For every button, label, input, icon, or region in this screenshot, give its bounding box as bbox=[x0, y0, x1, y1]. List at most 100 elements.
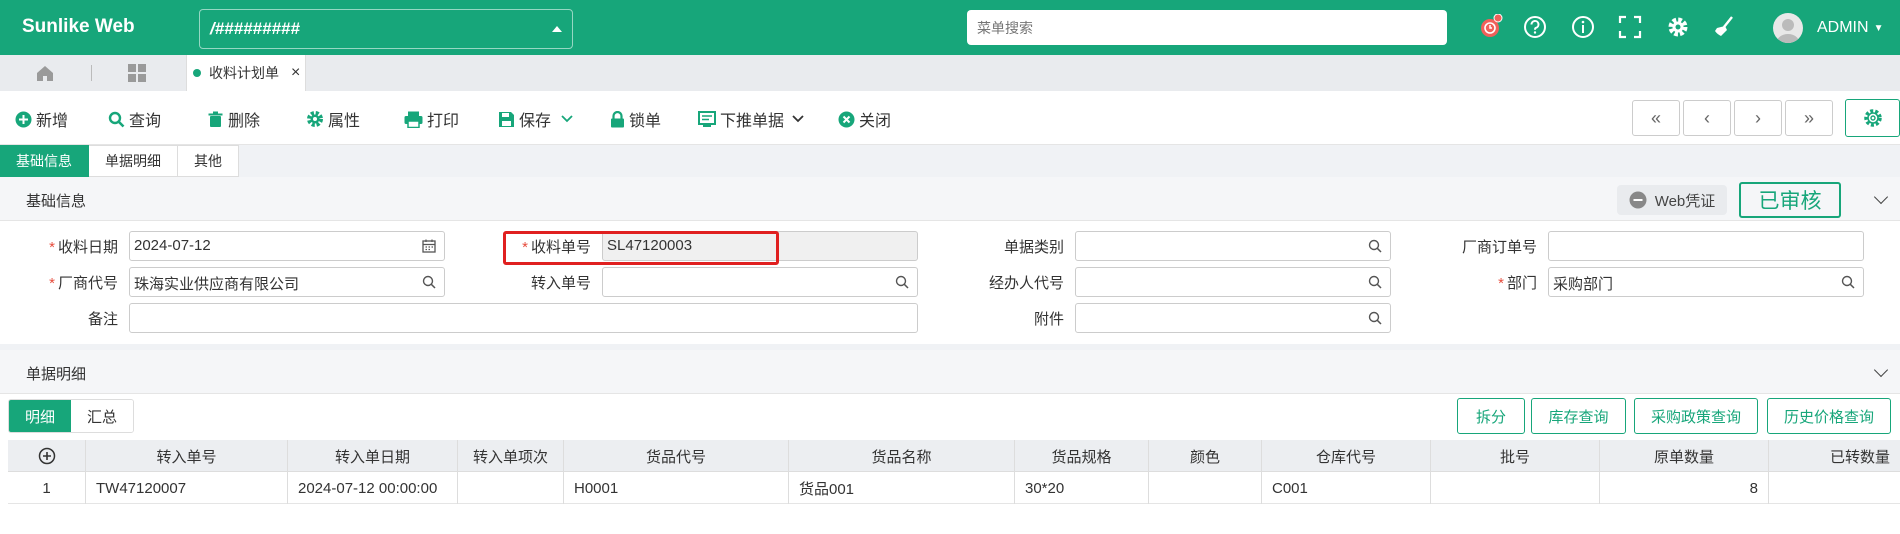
col-header[interactable]: 转入单项次 bbox=[458, 440, 564, 472]
database-select-value: /######### bbox=[210, 19, 300, 38]
add-row-button[interactable] bbox=[8, 440, 86, 472]
col-header[interactable]: 货品代号 bbox=[564, 440, 789, 472]
tab-doc-detail[interactable]: 单据明细 bbox=[89, 145, 178, 177]
col-header[interactable]: 转入单号 bbox=[86, 440, 288, 472]
cell-item-code[interactable]: H0001 bbox=[564, 472, 789, 504]
transfer-no-field[interactable] bbox=[602, 267, 918, 297]
save-button[interactable]: 保存 bbox=[498, 107, 577, 131]
cog-icon bbox=[307, 111, 323, 127]
close-tab-icon[interactable]: × bbox=[291, 64, 300, 82]
search-icon[interactable] bbox=[422, 275, 436, 289]
cell-transfer-item[interactable] bbox=[458, 472, 564, 504]
save-label: 保存 bbox=[519, 113, 552, 130]
push-down-button[interactable]: 下推单据 bbox=[698, 107, 808, 131]
fullscreen-icon[interactable] bbox=[1617, 14, 1643, 40]
receive-date-field[interactable]: 2024-07-12 bbox=[129, 231, 445, 261]
price-history-query-button[interactable]: 历史价格查询 bbox=[1767, 398, 1891, 434]
vendor-order-label: 厂商订单号 bbox=[1461, 239, 1537, 256]
plus-circle-icon bbox=[15, 111, 32, 127]
cell-item-name[interactable]: 货品001 bbox=[789, 472, 1015, 504]
basic-info-header: 基础信息 Web凭证 已审核 bbox=[0, 177, 1900, 221]
cell-spec[interactable]: 30*20 bbox=[1015, 472, 1149, 504]
tab-other[interactable]: 其他 bbox=[178, 145, 239, 177]
purchase-policy-query-button[interactable]: 采购政策查询 bbox=[1634, 398, 1758, 434]
close-button[interactable]: 关闭 bbox=[838, 107, 891, 131]
search-icon[interactable] bbox=[1368, 311, 1382, 325]
basic-info-title: 基础信息 bbox=[26, 193, 87, 210]
apps-tab[interactable] bbox=[92, 55, 182, 91]
last-record-button[interactable]: » bbox=[1785, 100, 1833, 136]
search-icon[interactable] bbox=[895, 275, 909, 289]
col-header[interactable]: 货品名称 bbox=[789, 440, 1015, 472]
query-button[interactable]: 查询 bbox=[108, 107, 161, 131]
cell-transferred-qty[interactable] bbox=[1769, 472, 1900, 504]
split-button[interactable]: 拆分 bbox=[1457, 398, 1525, 434]
col-header[interactable]: 转入单日期 bbox=[288, 440, 458, 472]
delete-button[interactable]: 删除 bbox=[207, 107, 260, 131]
dept-field[interactable]: 采购部门 bbox=[1548, 267, 1864, 297]
cell-batch[interactable] bbox=[1431, 472, 1600, 504]
col-header[interactable]: 原单数量 bbox=[1600, 440, 1769, 472]
print-button[interactable]: 打印 bbox=[404, 107, 459, 131]
chevron-down-icon[interactable] bbox=[561, 115, 573, 123]
col-header[interactable]: 货品规格 bbox=[1015, 440, 1149, 472]
home-tab[interactable] bbox=[0, 55, 90, 91]
cell-transfer-date[interactable]: 2024-07-12 00:00:00 bbox=[288, 472, 458, 504]
tab-receive-plan[interactable]: 收料计划单 × bbox=[186, 55, 306, 91]
collapse-chevron-icon[interactable] bbox=[1873, 189, 1889, 205]
tab-basic-info[interactable]: 基础信息 bbox=[0, 145, 89, 177]
clean-broom-icon[interactable] bbox=[1712, 14, 1738, 40]
search-icon[interactable] bbox=[1368, 275, 1382, 289]
stock-query-button[interactable]: 库存查询 bbox=[1531, 398, 1626, 434]
help-icon[interactable] bbox=[1522, 14, 1548, 40]
col-header[interactable]: 仓库代号 bbox=[1262, 440, 1431, 472]
alarm-clock-icon[interactable] bbox=[1477, 13, 1503, 40]
properties-button[interactable]: 属性 bbox=[306, 107, 360, 131]
cell-orig-qty[interactable]: 8 bbox=[1600, 472, 1769, 504]
vendor-code-field[interactable]: 珠海实业供应商有限公司 bbox=[129, 267, 445, 297]
subtab-detail[interactable]: 明细 bbox=[9, 400, 72, 432]
col-header[interactable]: 已转数量 bbox=[1769, 440, 1900, 472]
attachment-label: 附件 bbox=[1033, 311, 1064, 328]
add-button[interactable]: 新增 bbox=[15, 107, 68, 131]
first-record-button[interactable]: « bbox=[1632, 100, 1680, 136]
web-voucher-label: Web凭证 bbox=[1654, 192, 1716, 210]
lock-button[interactable]: 锁单 bbox=[610, 107, 661, 131]
right-icon: › bbox=[1755, 107, 1761, 128]
close-label: 关闭 bbox=[859, 113, 892, 130]
double-left-icon: « bbox=[1650, 107, 1661, 128]
app-brand: Sunlike Web bbox=[22, 16, 135, 37]
prev-record-button[interactable]: ‹ bbox=[1683, 100, 1731, 136]
detail-subtabs: 明细 汇总 bbox=[8, 399, 135, 433]
grid-icon bbox=[128, 64, 146, 82]
calendar-icon[interactable] bbox=[422, 239, 436, 253]
subtab-summary[interactable]: 汇总 bbox=[71, 400, 134, 432]
info-icon[interactable] bbox=[1570, 14, 1596, 40]
doc-detail-header: 单据明细 bbox=[0, 350, 1900, 394]
remark-field[interactable] bbox=[129, 303, 918, 333]
menu-search-input[interactable] bbox=[967, 10, 1447, 45]
cell-color[interactable] bbox=[1149, 472, 1262, 504]
database-select[interactable]: /######### bbox=[199, 9, 573, 49]
vendor-order-field[interactable] bbox=[1548, 231, 1864, 261]
collapse-chevron-icon[interactable] bbox=[1873, 362, 1889, 378]
next-record-button[interactable]: › bbox=[1734, 100, 1782, 136]
user-menu[interactable]: ADMIN ▼ bbox=[1773, 13, 1883, 43]
search-icon[interactable] bbox=[1368, 239, 1382, 253]
handler-label: 经办人代号 bbox=[988, 275, 1064, 292]
toolbar-settings-button[interactable] bbox=[1845, 99, 1900, 137]
grid-header: 转入单号 转入单日期 转入单项次 货品代号 货品名称 货品规格 颜色 仓库代号 … bbox=[8, 440, 1900, 472]
handler-field[interactable] bbox=[1075, 267, 1391, 297]
section-tabs: 基础信息 单据明细 其他 bbox=[0, 145, 239, 177]
table-row[interactable]: 1 TW47120007 2024-07-12 00:00:00 H0001 货… bbox=[8, 472, 1900, 504]
col-header[interactable]: 颜色 bbox=[1149, 440, 1262, 472]
settings-gear-icon[interactable] bbox=[1665, 14, 1691, 40]
chevron-down-icon[interactable] bbox=[792, 115, 804, 123]
web-voucher-button[interactable]: Web凭证 bbox=[1617, 185, 1727, 215]
doc-type-field[interactable] bbox=[1075, 231, 1391, 261]
col-header[interactable]: 批号 bbox=[1431, 440, 1600, 472]
attachment-field[interactable] bbox=[1075, 303, 1391, 333]
cell-transfer-no[interactable]: TW47120007 bbox=[86, 472, 288, 504]
cell-warehouse[interactable]: C001 bbox=[1262, 472, 1431, 504]
search-icon[interactable] bbox=[1841, 275, 1855, 289]
